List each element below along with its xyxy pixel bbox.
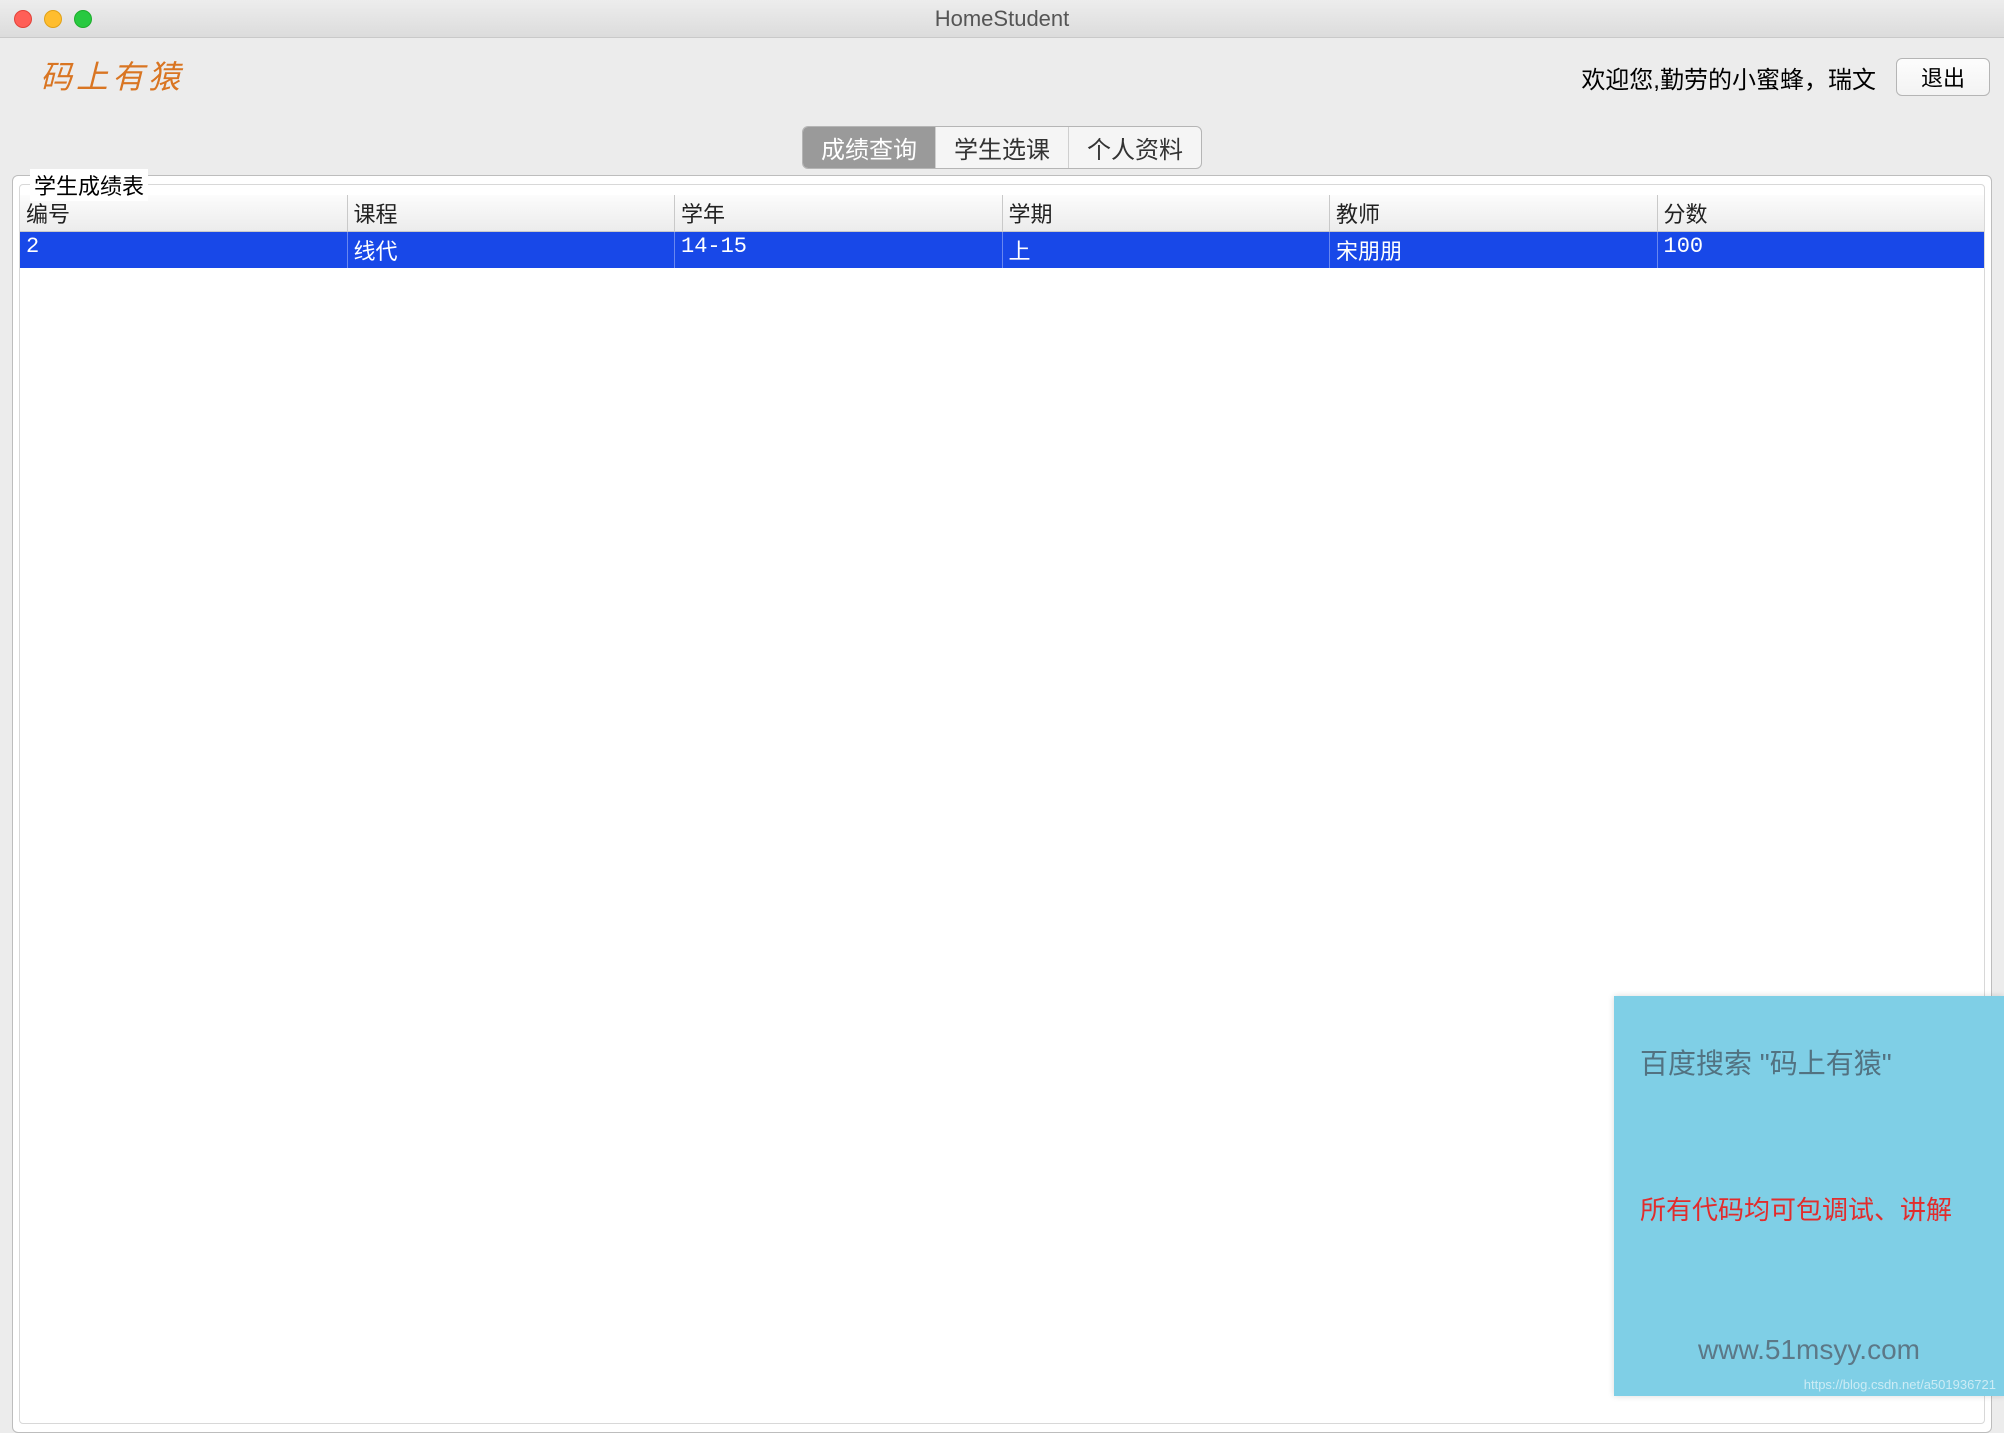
window-title: HomeStudent [935, 6, 1070, 32]
tab-grades[interactable]: 成绩查询 [803, 127, 936, 168]
window-titlebar: HomeStudent [0, 0, 2004, 38]
group-legend: 学生成绩表 [30, 169, 148, 201]
tab-strip: 成绩查询 学生选课 个人资料 [0, 126, 2004, 169]
grades-table: 编号 课程 学年 学期 教师 分数 2 线代 14-15 上 宋朋朋 100 [20, 185, 1984, 268]
cell-id: 2 [20, 232, 347, 268]
col-term[interactable]: 学期 [1002, 195, 1330, 231]
cell-score: 100 [1657, 232, 1985, 268]
banner-line1: 百度搜索 "码上有猿" [1640, 1042, 1978, 1082]
cell-teacher: 宋朋朋 [1329, 232, 1657, 268]
col-teacher[interactable]: 教师 [1329, 195, 1657, 231]
welcome-text: 欢迎您,勤劳的小蜜蜂，瑞文 [1581, 60, 1876, 95]
tab-profile[interactable]: 个人资料 [1069, 127, 1201, 168]
brand-logo: 码上有猿 [40, 52, 184, 98]
tab-courses[interactable]: 学生选课 [936, 127, 1069, 168]
col-score[interactable]: 分数 [1657, 195, 1985, 231]
banner-watermark: https://blog.csdn.net/a501936721 [1804, 1377, 1996, 1392]
minimize-icon[interactable] [44, 10, 62, 28]
col-course[interactable]: 课程 [347, 195, 675, 231]
user-area: 欢迎您,勤劳的小蜜蜂，瑞文 退出 [1581, 58, 1990, 96]
table-header: 编号 课程 学年 学期 教师 分数 [20, 195, 1984, 232]
close-icon[interactable] [14, 10, 32, 28]
cell-term: 上 [1002, 232, 1330, 268]
col-year[interactable]: 学年 [674, 195, 1002, 231]
promo-banner: 百度搜索 "码上有猿" 所有代码均可包调试、讲解 www.51msyy.com … [1614, 996, 2004, 1396]
cell-year: 14-15 [674, 232, 1002, 268]
banner-line2: 所有代码均可包调试、讲解 [1640, 1190, 1978, 1227]
cell-course: 线代 [347, 232, 675, 268]
tabs-container: 成绩查询 学生选课 个人资料 [802, 126, 1202, 169]
maximize-icon[interactable] [74, 10, 92, 28]
traffic-lights [14, 10, 92, 28]
banner-url: www.51msyy.com [1640, 1334, 1978, 1366]
logout-button[interactable]: 退出 [1896, 58, 1990, 96]
app-header: 码上有猿 欢迎您,勤劳的小蜜蜂，瑞文 退出 [0, 38, 2004, 98]
table-row[interactable]: 2 线代 14-15 上 宋朋朋 100 [20, 232, 1984, 268]
